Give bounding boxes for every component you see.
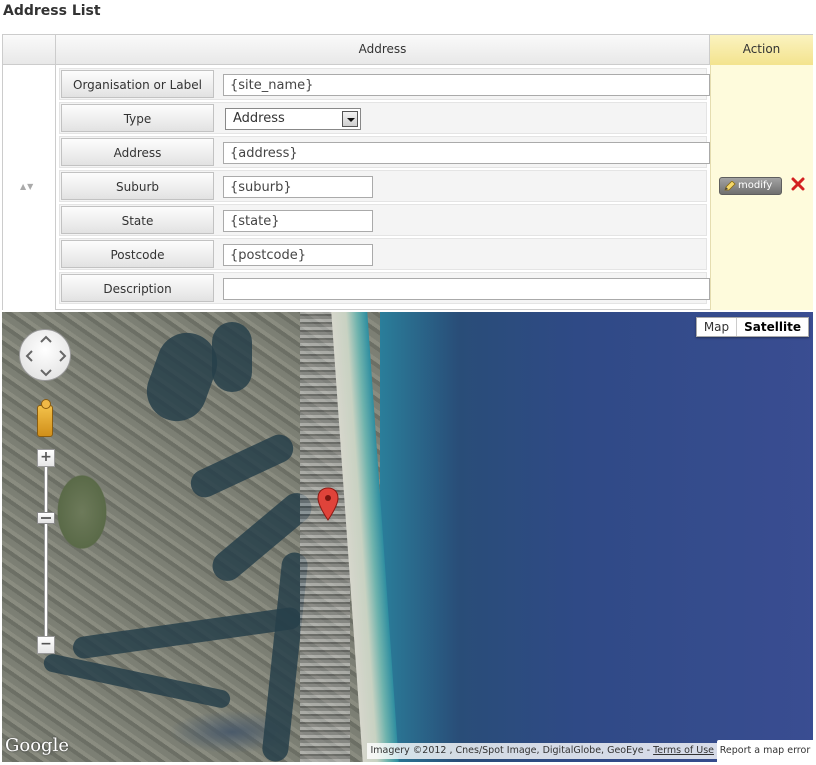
zoom-slider-thumb[interactable] bbox=[37, 512, 55, 524]
dropdown-arrow-icon[interactable] bbox=[342, 111, 358, 127]
zoom-slider-track[interactable] bbox=[44, 462, 48, 652]
field-label-organisation: Organisation or Label bbox=[61, 70, 214, 98]
header-action: Action bbox=[710, 35, 813, 65]
field-label-state: State bbox=[61, 206, 214, 234]
suburb-input[interactable] bbox=[223, 176, 373, 198]
field-label-description: Description bbox=[61, 274, 214, 302]
modify-label: modify bbox=[738, 180, 773, 191]
field-label-address: Address bbox=[61, 138, 214, 166]
postcode-input[interactable] bbox=[223, 244, 373, 266]
type-select-value: Address bbox=[233, 111, 285, 126]
address-list-table: Address Action ▲▼ Organisation or Label … bbox=[2, 34, 813, 310]
zoom-in-button[interactable]: + bbox=[37, 449, 55, 467]
page-title: Address List bbox=[3, 3, 101, 19]
state-input[interactable] bbox=[223, 210, 373, 232]
pan-arrows-icon bbox=[25, 335, 67, 377]
map-type-control: Map Satellite bbox=[695, 317, 809, 337]
field-row-description: Description bbox=[59, 272, 710, 304]
modify-button[interactable]: modify bbox=[719, 177, 782, 195]
organisation-input[interactable] bbox=[223, 74, 710, 96]
field-label-suburb: Suburb bbox=[61, 172, 214, 200]
field-row-postcode: Postcode bbox=[59, 238, 707, 270]
map-ocean bbox=[380, 312, 813, 762]
table-header: Address Action bbox=[3, 35, 813, 65]
pencil-icon bbox=[724, 181, 736, 191]
field-label-type: Type bbox=[61, 104, 214, 132]
header-address: Address bbox=[56, 35, 710, 65]
field-row-suburb: Suburb bbox=[59, 170, 707, 202]
attribution-text: Imagery ©2012 , Cnes/Spot Image, Digital… bbox=[370, 745, 651, 756]
satellite-map[interactable]: Map Satellite + − Google Imagery ©2012 ,… bbox=[2, 312, 813, 762]
map-type-map-button[interactable]: Map bbox=[697, 318, 738, 336]
zoom-out-button[interactable]: − bbox=[37, 636, 55, 654]
field-row-organisation: Organisation or Label bbox=[59, 68, 710, 100]
field-label-postcode: Postcode bbox=[61, 240, 214, 268]
report-map-error-link[interactable]: Report a map error bbox=[717, 740, 813, 762]
google-logo: Google bbox=[5, 735, 69, 756]
terms-of-use-link[interactable]: Terms of Use bbox=[653, 745, 714, 756]
map-marker-icon[interactable] bbox=[317, 487, 339, 521]
sort-arrows-icon[interactable]: ▲▼ bbox=[20, 182, 34, 191]
pegman-icon[interactable] bbox=[37, 399, 53, 437]
row-handle[interactable]: ▲▼ bbox=[3, 65, 56, 310]
map-attribution: Imagery ©2012 , Cnes/Spot Image, Digital… bbox=[367, 743, 717, 759]
description-input[interactable] bbox=[223, 278, 710, 300]
header-handle-col bbox=[3, 35, 56, 65]
field-row-address: Address bbox=[59, 136, 710, 168]
type-select[interactable]: Address bbox=[225, 108, 361, 130]
field-row-type: Type Address bbox=[59, 102, 707, 134]
map-waterway bbox=[212, 322, 252, 392]
action-cell: modify bbox=[710, 65, 813, 310]
address-input[interactable] bbox=[223, 142, 710, 164]
pan-control[interactable] bbox=[19, 329, 71, 381]
field-row-state: State bbox=[59, 204, 707, 236]
delete-icon[interactable] bbox=[790, 176, 806, 192]
map-type-satellite-button[interactable]: Satellite bbox=[737, 318, 808, 336]
